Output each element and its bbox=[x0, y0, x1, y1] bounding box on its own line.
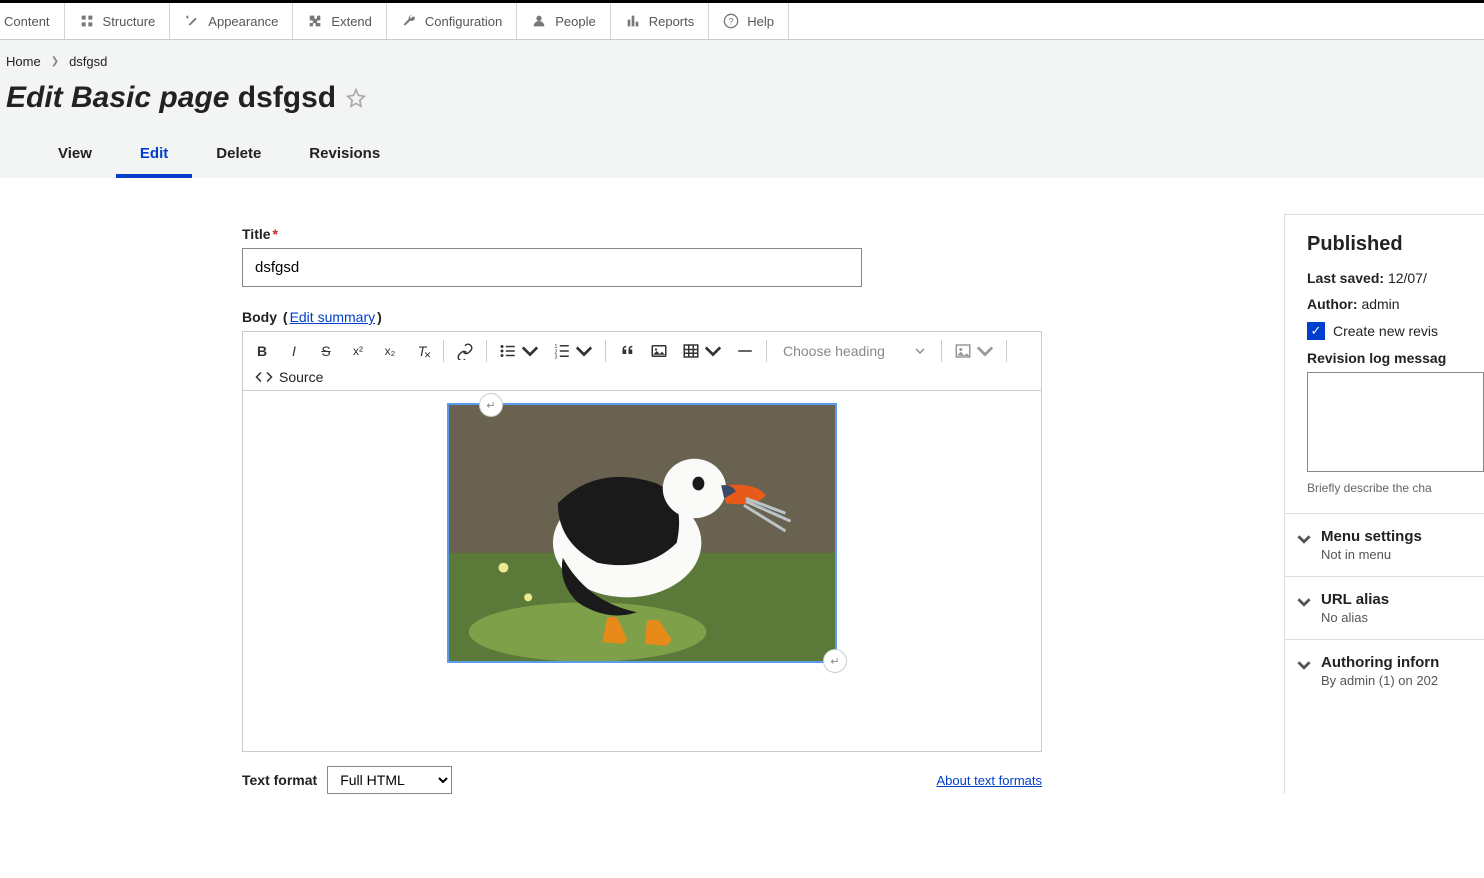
subscript-button[interactable]: x₂ bbox=[375, 336, 405, 366]
text-format-select[interactable]: Full HTML bbox=[327, 766, 452, 794]
star-icon[interactable] bbox=[346, 88, 366, 108]
toolbar-extend[interactable]: Extend bbox=[293, 3, 386, 39]
wand-icon bbox=[184, 13, 200, 29]
revision-log-label: Revision log messag bbox=[1307, 350, 1484, 366]
svg-text:3: 3 bbox=[555, 355, 558, 361]
wrench-icon bbox=[401, 13, 417, 29]
embedded-image[interactable]: ↵ bbox=[447, 403, 837, 663]
italic-button[interactable]: I bbox=[279, 336, 309, 366]
source-button[interactable]: Source bbox=[247, 368, 331, 386]
text-format-label: Text format bbox=[242, 772, 317, 788]
body-label: Body (Edit summary) bbox=[242, 309, 1042, 325]
tab-delete[interactable]: Delete bbox=[192, 133, 285, 178]
remove-format-button[interactable]: T✕ bbox=[407, 336, 437, 366]
help-icon: ? bbox=[723, 13, 739, 29]
editor-content[interactable]: ↵ bbox=[243, 391, 1041, 751]
page-title: Edit Basic page dsfgsd bbox=[6, 81, 1478, 115]
author: Author: admin bbox=[1307, 296, 1484, 312]
toolbar-configuration[interactable]: Configuration bbox=[387, 3, 517, 39]
table-button[interactable] bbox=[676, 336, 728, 366]
bullet-list-button[interactable] bbox=[493, 336, 545, 366]
toolbar-label: Help bbox=[747, 14, 774, 29]
blockquote-button[interactable] bbox=[612, 336, 642, 366]
admin-toolbar: Content Structure Appearance Extend Conf… bbox=[0, 3, 1484, 40]
hr-button[interactable] bbox=[730, 336, 760, 366]
chart-icon bbox=[625, 13, 641, 29]
body-editor: B I S x² x₂ T✕ 123 bbox=[242, 331, 1042, 752]
toolbar-people[interactable]: People bbox=[517, 3, 610, 39]
superscript-button[interactable]: x² bbox=[343, 336, 373, 366]
toolbar-label: Reports bbox=[649, 14, 695, 29]
toolbar-reports[interactable]: Reports bbox=[611, 3, 710, 39]
tab-view[interactable]: View bbox=[34, 133, 116, 178]
people-icon bbox=[531, 13, 547, 29]
insert-image-button[interactable] bbox=[948, 336, 1000, 366]
toolbar-label: Configuration bbox=[425, 14, 502, 29]
drag-handle-icon[interactable]: ↵ bbox=[823, 649, 847, 673]
heading-dropdown[interactable]: Choose heading bbox=[773, 343, 935, 359]
edit-summary-link[interactable]: Edit summary bbox=[290, 309, 376, 325]
create-revision-label: Create new revis bbox=[1333, 323, 1438, 339]
puzzle-icon bbox=[307, 13, 323, 29]
breadcrumb-home[interactable]: Home bbox=[6, 54, 41, 69]
page-header: Home ❯ dsfgsd Edit Basic page dsfgsd Vie… bbox=[0, 40, 1484, 178]
chevron-down-icon bbox=[1297, 532, 1311, 549]
toolbar-label: Extend bbox=[331, 14, 371, 29]
accordion-menu-settings[interactable]: Menu settings Not in menu bbox=[1285, 513, 1484, 576]
structure-icon bbox=[79, 13, 95, 29]
title-label: Title* bbox=[242, 226, 1042, 242]
chevron-down-icon bbox=[1297, 658, 1311, 675]
media-button[interactable] bbox=[644, 336, 674, 366]
chevron-right-icon: ❯ bbox=[51, 56, 59, 67]
drag-handle-icon[interactable]: ↵ bbox=[479, 393, 503, 417]
bold-button[interactable]: B bbox=[247, 336, 277, 366]
chevron-down-icon bbox=[1297, 595, 1311, 612]
tab-edit[interactable]: Edit bbox=[116, 133, 192, 178]
sidebar: Published Last saved: 12/07/ Author: adm… bbox=[1284, 214, 1484, 794]
link-button[interactable] bbox=[450, 336, 480, 366]
tabs: View Edit Delete Revisions bbox=[6, 133, 1478, 178]
revision-help-text: Briefly describe the cha bbox=[1307, 481, 1484, 495]
tab-revisions[interactable]: Revisions bbox=[285, 133, 404, 178]
published-status: Published bbox=[1307, 233, 1484, 256]
editor-toolbar: B I S x² x₂ T✕ 123 bbox=[243, 332, 1041, 391]
create-revision-checkbox[interactable]: ✓ bbox=[1307, 322, 1325, 340]
breadcrumb: Home ❯ dsfgsd bbox=[6, 54, 1478, 69]
toolbar-structure[interactable]: Structure bbox=[65, 3, 171, 39]
toolbar-label: Appearance bbox=[208, 14, 278, 29]
strike-button[interactable]: S bbox=[311, 336, 341, 366]
revision-log-textarea[interactable] bbox=[1307, 372, 1484, 472]
last-saved: Last saved: 12/07/ bbox=[1307, 270, 1484, 286]
toolbar-label: Content bbox=[4, 14, 50, 29]
toolbar-label: Structure bbox=[103, 14, 156, 29]
toolbar-content[interactable]: Content bbox=[0, 3, 65, 39]
svg-text:?: ? bbox=[729, 16, 734, 26]
title-input[interactable] bbox=[242, 248, 862, 287]
toolbar-appearance[interactable]: Appearance bbox=[170, 3, 293, 39]
accordion-authoring-info[interactable]: Authoring inforn By admin (1) on 202 bbox=[1285, 639, 1484, 702]
numbered-list-button[interactable]: 123 bbox=[547, 336, 599, 366]
toolbar-help[interactable]: ? Help bbox=[709, 3, 789, 39]
breadcrumb-current: dsfgsd bbox=[69, 54, 107, 69]
about-text-formats-link[interactable]: About text formats bbox=[937, 773, 1043, 788]
accordion-url-alias[interactable]: URL alias No alias bbox=[1285, 576, 1484, 639]
toolbar-label: People bbox=[555, 14, 595, 29]
